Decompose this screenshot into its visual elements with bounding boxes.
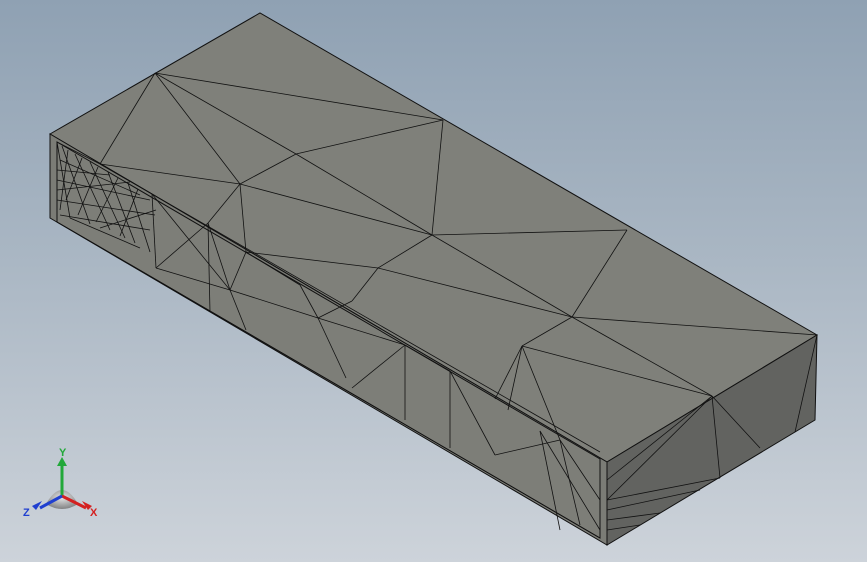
part-model[interactable] bbox=[0, 0, 867, 562]
z-axis-label: Z bbox=[23, 507, 30, 519]
graphics-viewport[interactable]: Y X Z bbox=[0, 0, 867, 562]
x-axis-label: X bbox=[90, 507, 98, 519]
view-orientation-triad[interactable]: Y X Z bbox=[22, 448, 106, 524]
y-axis-label: Y bbox=[59, 448, 67, 459]
